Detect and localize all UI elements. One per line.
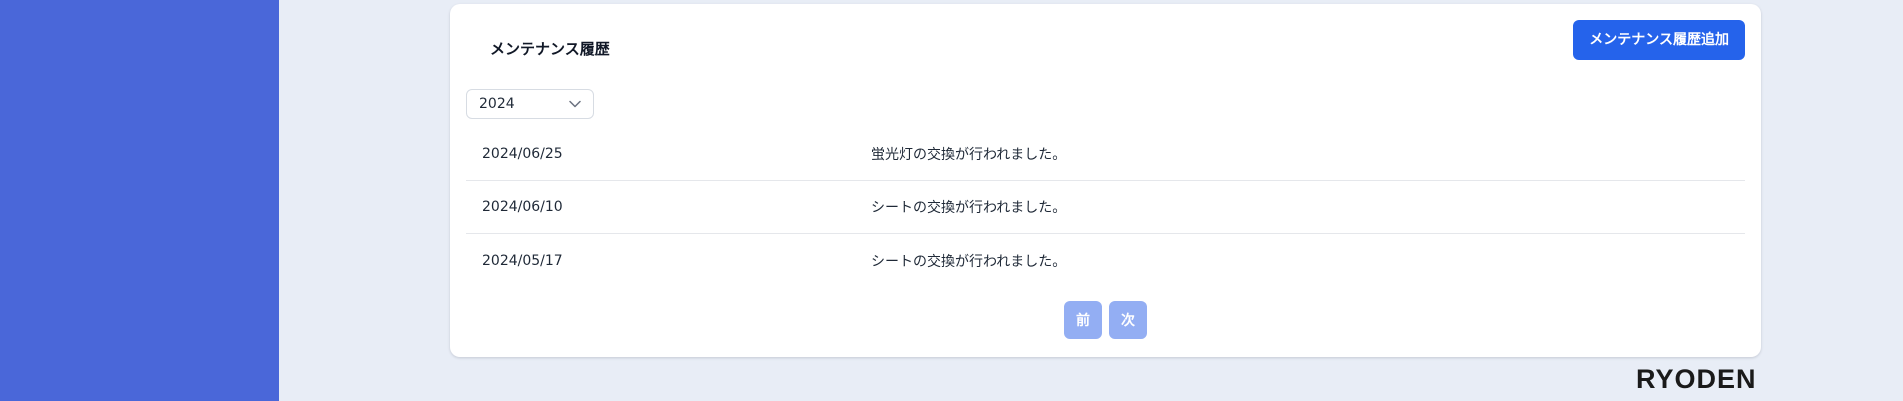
prev-page-button[interactable]: 前: [1064, 301, 1102, 339]
list-item: 2024/06/10 シートの交換が行われました。: [466, 181, 1745, 234]
page-title: メンテナンス履歴: [490, 40, 610, 58]
list-item: 2024/06/25 蛍光灯の交換が行われました。: [466, 128, 1745, 181]
record-description: シートの交換が行われました。: [871, 253, 1067, 270]
maintenance-history-list: 2024/06/25 蛍光灯の交換が行われました。 2024/06/10 シート…: [466, 128, 1745, 287]
brand-logo: RYODEN: [1636, 364, 1757, 394]
year-select[interactable]: 2024: [466, 89, 594, 119]
sidebar: [0, 0, 279, 401]
year-select-value: 2024: [479, 96, 515, 112]
chevron-down-icon: [569, 100, 581, 108]
record-description: 蛍光灯の交換が行われました。: [871, 147, 1067, 163]
next-page-button[interactable]: 次: [1109, 301, 1147, 339]
pagination: 前 次: [1064, 301, 1147, 339]
list-item: 2024/05/17 シートの交換が行われました。: [466, 234, 1745, 287]
add-maintenance-history-button[interactable]: メンテナンス履歴追加: [1573, 20, 1745, 60]
record-date: 2024/06/10: [482, 199, 563, 215]
record-description: シートの交換が行われました。: [871, 200, 1067, 216]
record-date: 2024/05/17: [482, 252, 563, 269]
maintenance-history-card: メンテナンス履歴 メンテナンス履歴追加 2024 2024/06/25 蛍光灯の…: [450, 4, 1761, 357]
record-date: 2024/06/25: [482, 146, 563, 162]
